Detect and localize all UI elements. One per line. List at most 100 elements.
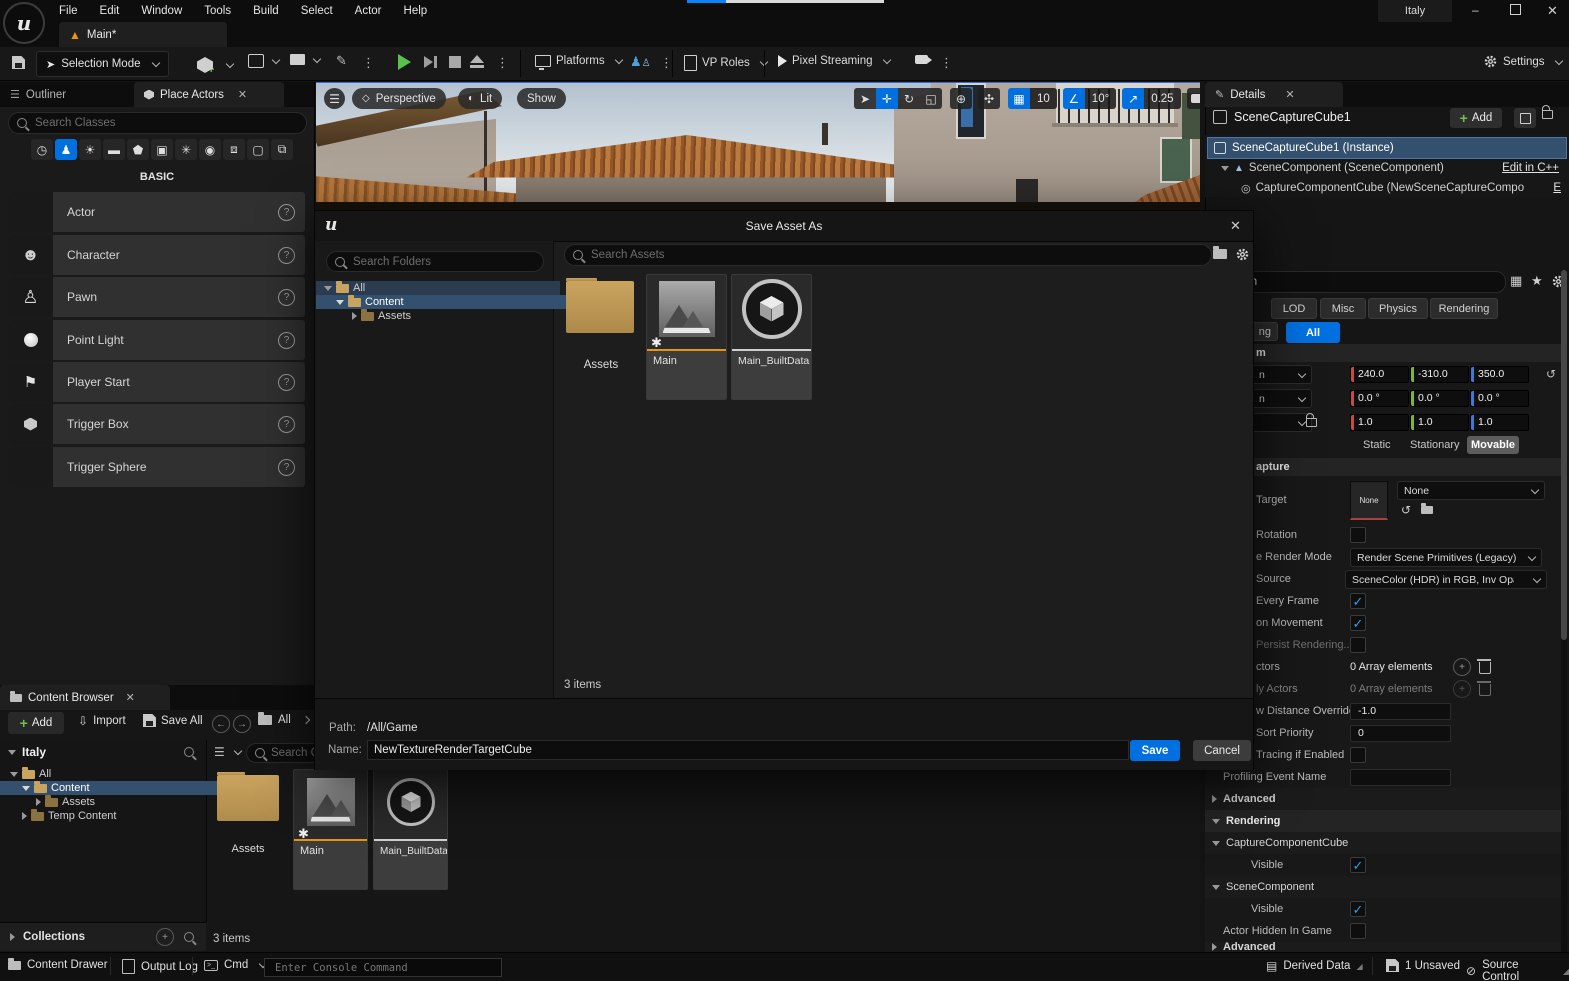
menu-tools[interactable]: Tools bbox=[193, 5, 242, 17]
search-icon[interactable] bbox=[184, 932, 194, 942]
content-drawer-button[interactable]: Content Drawer bbox=[8, 959, 108, 971]
menu-actor[interactable]: Actor bbox=[344, 5, 393, 17]
grid-snap-value[interactable]: 10 bbox=[1030, 88, 1057, 109]
cancel-button[interactable]: Cancel bbox=[1193, 740, 1251, 761]
rotation-snap-toggle[interactable]: ∠ bbox=[1063, 88, 1085, 109]
clear-array-icon[interactable] bbox=[1479, 662, 1491, 674]
grid-snap-toggle[interactable]: ▦ bbox=[1008, 88, 1030, 109]
scale-y[interactable]: 1.0 bbox=[1410, 414, 1469, 431]
camera-speed-button[interactable] bbox=[1187, 88, 1200, 109]
location-z[interactable]: 350.0 bbox=[1470, 366, 1529, 383]
filter-chip-physics[interactable]: Physics bbox=[1368, 298, 1428, 319]
help-icon[interactable]: ? bbox=[278, 332, 295, 349]
filter-chip-misc[interactable]: Misc bbox=[1320, 298, 1366, 319]
cb-add-button[interactable]: + Add bbox=[8, 712, 64, 734]
location-y[interactable]: -310.0 bbox=[1410, 366, 1469, 383]
menu-select[interactable]: Select bbox=[290, 5, 344, 17]
cb-save-all-button[interactable]: Save All bbox=[143, 714, 203, 727]
tab-place-actors[interactable]: Place Actors ✕ bbox=[134, 82, 284, 107]
sort-priority-input[interactable]: 0 bbox=[1350, 725, 1451, 742]
component-row-capturecube[interactable]: ◎ CaptureComponentCube (NewSceneCaptureC… bbox=[1207, 178, 1565, 198]
dialog-tree-assets[interactable]: Assets bbox=[316, 309, 588, 323]
help-icon[interactable]: ? bbox=[278, 459, 295, 476]
rotation-checkbox[interactable] bbox=[1350, 527, 1366, 543]
scrollbar-thumb[interactable] bbox=[1561, 270, 1567, 640]
dialog-asset-main[interactable]: ✱ Main bbox=[646, 274, 727, 400]
capture-component-subheader[interactable]: CaptureComponentCube bbox=[1205, 832, 1562, 855]
mobility-static[interactable]: Static bbox=[1363, 439, 1391, 451]
cb-source-header[interactable]: Italy bbox=[8, 745, 46, 759]
scale-snap-toggle[interactable]: ↗ bbox=[1122, 88, 1144, 109]
edit-link-truncated[interactable]: E bbox=[1553, 182, 1561, 194]
save-level-button[interactable] bbox=[12, 56, 25, 72]
cb-asset-folder[interactable] bbox=[217, 775, 279, 825]
details-scrollbar[interactable] bbox=[1561, 270, 1567, 952]
restore-button[interactable] bbox=[1510, 4, 1521, 15]
search-classes-input[interactable] bbox=[8, 112, 307, 134]
dialog-tree-content[interactable]: Content bbox=[316, 295, 572, 309]
rotation-z[interactable]: 0.0 ° bbox=[1470, 390, 1529, 407]
dialog-asset-main-builtdata[interactable]: Main_BuiltData bbox=[731, 274, 812, 400]
add-component-button[interactable]: + Add bbox=[1450, 108, 1502, 128]
dialog-close-icon[interactable]: ✕ bbox=[1230, 218, 1241, 234]
rotation-y[interactable]: 0.0 ° bbox=[1410, 390, 1469, 407]
add-actor-dropdown[interactable]: + bbox=[197, 54, 233, 76]
cb-tree-assets[interactable]: Assets bbox=[0, 795, 242, 809]
basic-icon[interactable]: ♟ bbox=[55, 139, 77, 160]
media-icon[interactable]: ◉ bbox=[199, 139, 221, 160]
cb-tree-all[interactable]: All bbox=[0, 767, 216, 781]
place-actor-item[interactable]: ⚑ Player Start ? bbox=[8, 362, 305, 402]
rendering-section-header[interactable]: Rendering bbox=[1205, 810, 1562, 832]
display-mode-icon[interactable]: ▦ bbox=[1510, 273, 1522, 289]
volumes-icon[interactable]: ⬟ bbox=[127, 139, 149, 160]
menu-file[interactable]: File bbox=[48, 5, 89, 17]
dialog-asset-folder[interactable] bbox=[566, 281, 636, 339]
lights-icon[interactable]: ☀ bbox=[79, 139, 101, 160]
scene-component-subheader[interactable]: SceneComponent bbox=[1205, 876, 1562, 899]
eject-button[interactable] bbox=[470, 55, 484, 68]
console-command-input[interactable] bbox=[264, 958, 502, 977]
cinematic-icon[interactable]: ▬ bbox=[103, 139, 125, 160]
lock-details-button[interactable] bbox=[1542, 110, 1553, 122]
level-tab-main[interactable]: ▲ Main* bbox=[59, 22, 227, 47]
output-log-button[interactable]: Output Log bbox=[122, 959, 198, 974]
reset-to-default-icon[interactable]: ↺ bbox=[1546, 367, 1556, 381]
dialog-search-folders-input[interactable] bbox=[326, 251, 544, 272]
show-dropdown[interactable]: Show bbox=[517, 88, 566, 109]
close-button[interactable]: ✕ bbox=[1547, 3, 1558, 19]
scale-z[interactable]: 1.0 bbox=[1470, 414, 1529, 431]
rotation-x[interactable]: 0.0 ° bbox=[1350, 390, 1409, 407]
tab-outliner[interactable]: ☰ Outliner bbox=[0, 82, 132, 107]
component-row-scenecomponent[interactable]: ▲ SceneComponent (SceneComponent) Edit i… bbox=[1207, 158, 1565, 178]
landscape-tool-icon[interactable]: ✎ bbox=[336, 53, 347, 69]
tab-details[interactable]: ✎ Details ✕ bbox=[1205, 82, 1343, 107]
close-icon[interactable]: ✕ bbox=[126, 691, 135, 704]
viewport-menu-button[interactable]: ☰ bbox=[324, 88, 345, 109]
derived-data-button[interactable]: ▤ Derived Data ◢ bbox=[1266, 959, 1363, 973]
asset-name-input[interactable] bbox=[367, 740, 1129, 760]
selection-mode-dropdown[interactable]: ➤ Selection Mode bbox=[36, 51, 169, 77]
place-actor-item[interactable]: Trigger Sphere ? bbox=[8, 447, 305, 487]
mobility-stationary[interactable]: Stationary bbox=[1410, 439, 1460, 451]
rotation-snap-value[interactable]: 10° bbox=[1085, 88, 1116, 109]
favorites-icon[interactable]: ★ bbox=[1531, 273, 1543, 289]
panels-icon[interactable]: ▢ bbox=[247, 139, 269, 160]
dialog-asset-folder-label[interactable]: Assets bbox=[566, 359, 636, 371]
use-selected-asset-icon[interactable]: ↺ bbox=[1401, 503, 1411, 517]
add-element-icon[interactable]: + bbox=[1453, 680, 1471, 698]
blueprint-edit-button[interactable] bbox=[1514, 108, 1536, 128]
lit-dropdown[interactable]: ◐ Lit bbox=[458, 88, 502, 109]
place-actor-item[interactable]: ♙ Pawn ? bbox=[8, 277, 305, 317]
place-actor-item[interactable]: Point Light ? bbox=[8, 320, 305, 360]
cb-tree-content[interactable]: Content bbox=[0, 781, 228, 795]
cinematics-dropdown[interactable] bbox=[290, 54, 320, 65]
filter-chip-lod[interactable]: LOD bbox=[1271, 298, 1317, 319]
actor-hidden-checkbox[interactable] bbox=[1350, 923, 1366, 939]
skip-button[interactable] bbox=[424, 56, 437, 68]
menu-build[interactable]: Build bbox=[242, 5, 290, 17]
place-actor-item[interactable]: Actor ? bbox=[8, 192, 305, 232]
cb-asset-main[interactable]: ✱ Main bbox=[293, 769, 368, 890]
capture-kebab[interactable]: ⋮ bbox=[940, 55, 953, 71]
settings-dropdown[interactable]: Settings bbox=[1483, 54, 1562, 69]
add-element-icon[interactable]: + bbox=[1453, 658, 1471, 676]
